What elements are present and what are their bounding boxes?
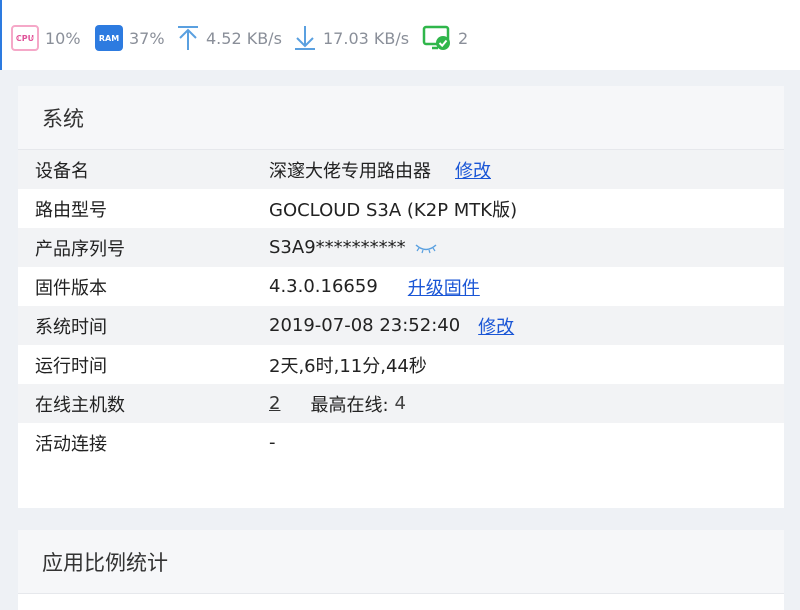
row-model: 路由型号 GOCLOUD S3A (K2P MTK版) (18, 189, 784, 228)
status-bar: CPU 10% RAM 37% 4.52 KB/s 17.03 KB/s 2 (0, 0, 800, 70)
monitor-check-icon (422, 25, 450, 50)
app-ratio-card-title: 应用比例统计 (18, 530, 784, 594)
uptime-label: 运行时间 (35, 355, 107, 377)
serial-label: 产品序列号 (35, 238, 125, 260)
edit-device-name-link[interactable]: 修改 (455, 157, 491, 183)
system-time-value: 2019-07-08 23:52:40 (269, 315, 461, 336)
active-connections-value: - (269, 432, 276, 453)
cpu-stat: CPU 10% (11, 24, 81, 52)
device-name-label: 设备名 (35, 160, 89, 182)
active-connections-label: 活动连接 (35, 433, 107, 455)
ram-stat: RAM 37% (95, 24, 165, 52)
cpu-icon: CPU (11, 25, 39, 51)
cpu-usage: 10% (45, 28, 81, 48)
row-system-time: 系统时间 2019-07-08 23:52:40 修改 (18, 306, 784, 345)
firmware-label: 固件版本 (35, 277, 107, 299)
eye-closed-icon[interactable] (414, 242, 438, 254)
system-card: 系统 设备名 深邃大佬专用路由器 修改 路由型号 GOCLOUD S3A (K2… (18, 86, 784, 508)
online-hosts-label: 在线主机数 (35, 394, 125, 416)
upload-speed: 4.52 KB/s (206, 28, 282, 48)
online-hosts-stat: 2 (422, 24, 468, 52)
download-speed: 17.03 KB/s (323, 28, 410, 48)
row-device-name: 设备名 深邃大佬专用路由器 修改 (18, 150, 784, 189)
device-name-value: 深邃大佬专用路由器 (269, 160, 431, 182)
download-stat: 17.03 KB/s (293, 24, 409, 52)
serial-value: S3A9********** (269, 237, 406, 258)
ram-icon: RAM (95, 25, 123, 51)
uptime-value: 2天,6时,11分,44秒 (269, 355, 427, 377)
row-active-connections: 活动连接 - (18, 423, 784, 462)
peak-online-label: 最高在线: (310, 394, 389, 416)
online-hosts-count: 2 (458, 28, 469, 48)
ram-usage: 37% (129, 28, 165, 48)
online-hosts-link[interactable]: 2 (269, 393, 280, 414)
row-firmware: 固件版本 4.3.0.16659 升级固件 (18, 267, 784, 306)
system-info-table: 设备名 深邃大佬专用路由器 修改 路由型号 GOCLOUD S3A (K2P M… (18, 150, 784, 462)
firmware-value: 4.3.0.16659 (269, 276, 378, 297)
download-arrow-icon (295, 26, 315, 50)
system-time-label: 系统时间 (35, 316, 107, 338)
model-label: 路由型号 (35, 199, 107, 221)
app-ratio-card: 应用比例统计 (18, 530, 784, 610)
edit-system-time-link[interactable]: 修改 (478, 313, 514, 339)
upload-arrow-icon (178, 26, 198, 50)
upload-stat: 4.52 KB/s (176, 24, 282, 52)
row-online-hosts: 在线主机数 2 最高在线: 4 (18, 384, 784, 423)
peak-online-value: 4 (394, 393, 406, 414)
system-card-title: 系统 (18, 86, 784, 150)
row-uptime: 运行时间 2天,6时,11分,44秒 (18, 345, 784, 384)
model-value: GOCLOUD S3A (K2P MTK版) (269, 199, 518, 221)
row-serial: 产品序列号 S3A9********** (18, 228, 784, 267)
upgrade-firmware-link[interactable]: 升级固件 (408, 274, 480, 300)
